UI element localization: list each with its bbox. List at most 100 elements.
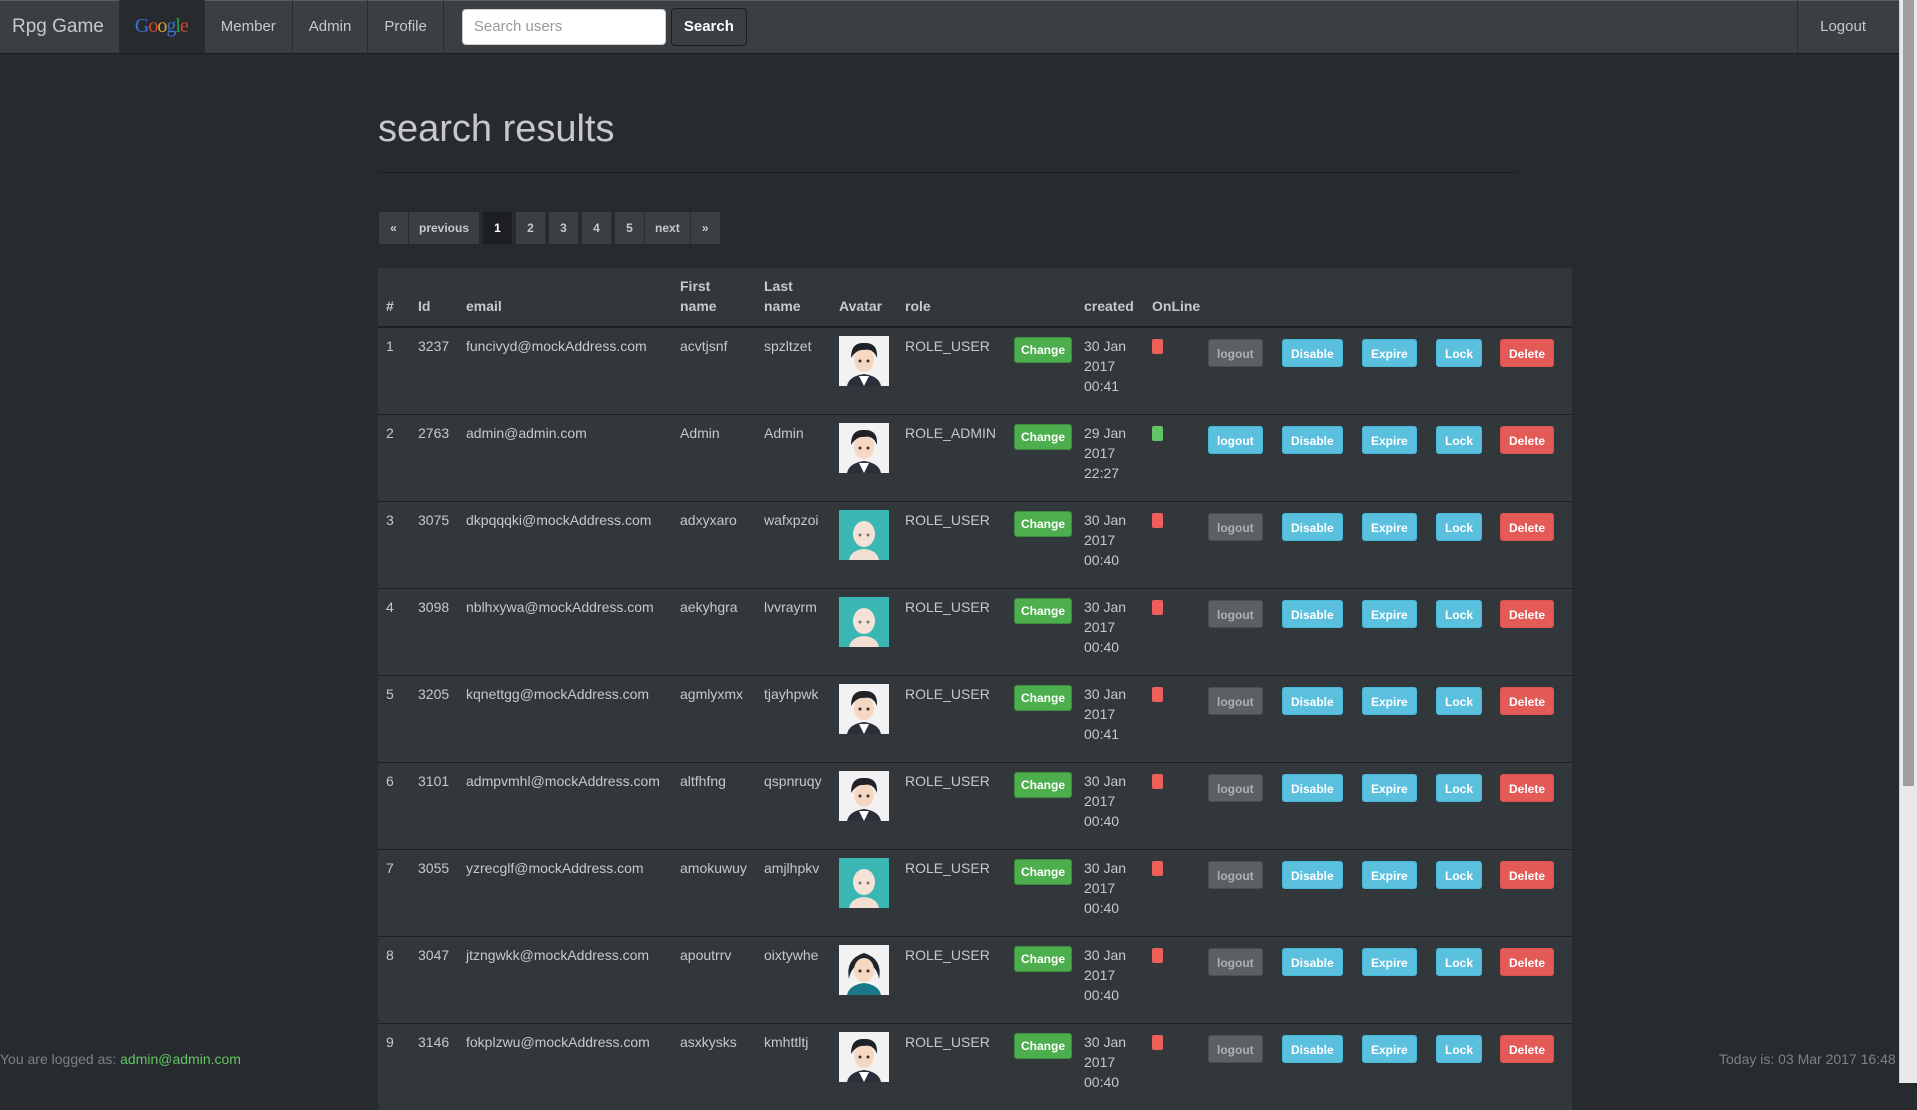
lock-cell: Lock	[1428, 500, 1492, 588]
logout-cell: logout	[1200, 848, 1274, 936]
delete-button[interactable]: Delete	[1500, 860, 1555, 889]
search-button[interactable]: Search	[670, 7, 747, 46]
force-logout-button[interactable]: logout	[1208, 686, 1263, 715]
change-role-button[interactable]: Change	[1014, 510, 1073, 537]
disable-button[interactable]: Disable	[1282, 947, 1343, 976]
pagination-page-4[interactable]: 4	[582, 212, 613, 244]
expire-button[interactable]: Expire	[1362, 339, 1417, 367]
nav-member[interactable]: Member	[203, 0, 292, 53]
disable-cell: Disable	[1274, 1022, 1354, 1110]
expire-button[interactable]: Expire	[1362, 512, 1417, 541]
force-logout-button[interactable]: logout	[1208, 773, 1263, 802]
lock-button[interactable]: Lock	[1436, 599, 1483, 628]
disable-button[interactable]: Disable	[1282, 1034, 1343, 1063]
current-date: Today is: 03 Mar 2017 16:48	[1719, 1051, 1896, 1067]
nav-admin[interactable]: Admin	[291, 0, 368, 53]
lock-cell: Lock	[1428, 587, 1492, 675]
disable-button[interactable]: Disable	[1282, 860, 1343, 889]
user-last-name: qspnruqy	[756, 761, 831, 849]
force-logout-button[interactable]: logout	[1208, 425, 1263, 454]
pagination-first[interactable]: «	[379, 212, 409, 244]
delete-button[interactable]: Delete	[1500, 773, 1555, 802]
pagination-next[interactable]: next	[645, 212, 691, 244]
lock-button[interactable]: Lock	[1436, 686, 1483, 715]
lock-button[interactable]: Lock	[1436, 1034, 1483, 1063]
lock-cell: Lock	[1428, 674, 1492, 762]
delete-button[interactable]: Delete	[1500, 1034, 1555, 1063]
force-logout-button[interactable]: logout	[1208, 1034, 1263, 1063]
disable-cell: Disable	[1274, 587, 1354, 675]
expire-button[interactable]: Expire	[1362, 425, 1417, 454]
change-role-button[interactable]: Change	[1014, 1032, 1073, 1059]
expire-button[interactable]: Expire	[1362, 773, 1417, 802]
force-logout-button[interactable]: logout	[1208, 599, 1263, 628]
change-role-button[interactable]: Change	[1014, 423, 1073, 450]
nav-profile[interactable]: Profile	[367, 0, 443, 53]
users-table-container: # Id email First name Last name Avatar r…	[378, 268, 1572, 1110]
lock-button[interactable]: Lock	[1436, 425, 1483, 454]
change-role-button[interactable]: Change	[1014, 945, 1073, 972]
change-role-button[interactable]: Change	[1014, 337, 1073, 363]
pagination-page-2[interactable]: 2	[516, 212, 547, 244]
table-row: 5 3205 kqnettgg@mockAddress.com agmlyxmx tja…	[378, 674, 1572, 762]
brand-link[interactable]: Rpg Game	[0, 0, 119, 53]
expire-button[interactable]: Expire	[1362, 860, 1417, 889]
force-logout-button[interactable]: logout	[1208, 512, 1263, 541]
delete-button[interactable]: Delete	[1500, 425, 1555, 454]
lock-cell: Lock	[1428, 326, 1492, 414]
pagination-page-1[interactable]: 1	[483, 212, 514, 244]
expire-button[interactable]: Expire	[1362, 599, 1417, 628]
user-id: 3101	[410, 761, 458, 849]
user-role: ROLE_USER	[897, 761, 1006, 849]
lock-button[interactable]: Lock	[1436, 860, 1483, 889]
disable-button[interactable]: Disable	[1282, 512, 1343, 541]
created-year: 2017	[1084, 618, 1116, 635]
google-link[interactable]: Google	[118, 0, 204, 53]
delete-button[interactable]: Delete	[1500, 339, 1555, 367]
delete-button[interactable]: Delete	[1500, 512, 1555, 541]
header-email: email	[458, 268, 672, 328]
delete-button[interactable]: Delete	[1500, 947, 1555, 976]
lock-button[interactable]: Lock	[1436, 512, 1483, 541]
expire-button[interactable]: Expire	[1362, 1034, 1417, 1063]
force-logout-button[interactable]: logout	[1208, 860, 1263, 889]
lock-button[interactable]: Lock	[1436, 339, 1483, 367]
disable-button[interactable]: Disable	[1282, 425, 1343, 454]
search-input[interactable]	[461, 8, 666, 45]
scrollbar-thumb[interactable]	[1903, 0, 1914, 786]
delete-button[interactable]: Delete	[1500, 599, 1555, 628]
logout-link[interactable]: Logout	[1797, 0, 1884, 53]
force-logout-button[interactable]: logout	[1208, 947, 1263, 976]
scrollbar[interactable]	[1899, 0, 1917, 1083]
disable-button[interactable]: Disable	[1282, 773, 1343, 802]
user-email: admin@admin.com	[458, 413, 672, 501]
delete-button[interactable]: Delete	[1500, 686, 1555, 715]
expire-button[interactable]: Expire	[1362, 947, 1417, 976]
expire-button[interactable]: Expire	[1362, 686, 1417, 715]
logged-in-status: You are logged as: admin@admin.com	[0, 1051, 241, 1067]
force-logout-button[interactable]: logout	[1208, 339, 1263, 367]
pagination: « previous 1 2 3 4 5 next »	[379, 212, 724, 244]
lock-button[interactable]: Lock	[1436, 947, 1483, 976]
google-letter: o	[148, 15, 158, 37]
disable-button[interactable]: Disable	[1282, 339, 1343, 367]
pagination-page-3[interactable]: 3	[549, 212, 580, 244]
user-role: ROLE_USER	[897, 848, 1006, 936]
row-index: 5	[378, 674, 410, 762]
change-role-button[interactable]: Change	[1014, 771, 1073, 798]
pagination-previous[interactable]: previous	[409, 212, 481, 244]
change-role-button[interactable]: Change	[1014, 597, 1073, 624]
disable-button[interactable]: Disable	[1282, 599, 1343, 628]
header-actions-lock	[1428, 268, 1492, 328]
created-date: 30 Jan	[1084, 338, 1127, 354]
online-cell	[1144, 326, 1200, 414]
pagination-last[interactable]: »	[690, 212, 721, 244]
row-index: 3	[378, 500, 410, 588]
disable-button[interactable]: Disable	[1282, 686, 1343, 715]
lock-button[interactable]: Lock	[1436, 773, 1483, 802]
user-created: 30 Jan 2017 00:40	[1076, 500, 1144, 588]
created-date: 30 Jan	[1084, 946, 1127, 963]
change-role-button[interactable]: Change	[1014, 684, 1073, 711]
pagination-page-5[interactable]: 5	[615, 212, 646, 244]
change-role-button[interactable]: Change	[1014, 858, 1073, 885]
